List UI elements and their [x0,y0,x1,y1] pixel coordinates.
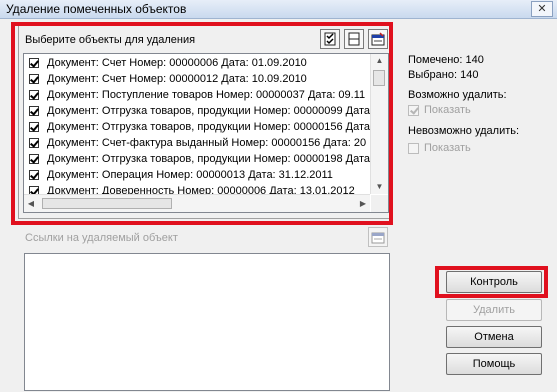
horizontal-scroll-thumb[interactable] [42,198,172,209]
vertical-scrollbar[interactable]: ▲ ▼ [370,54,388,194]
item-checkbox[interactable] [29,122,39,132]
item-checkbox[interactable] [29,170,39,180]
dialog-window: Удаление помеченных объектов ✕ Выберите … [0,0,557,392]
item-checkbox[interactable] [29,74,39,84]
properties-icon[interactable] [368,29,388,49]
checkbox-box[interactable] [408,143,419,154]
control-button[interactable]: Контроль [446,271,542,293]
objects-panel-label: Выберите объекты для удаления [25,34,196,46]
list-item[interactable]: Документ: Операция Номер: 00000013 Дата:… [24,167,370,183]
cannot-delete-label: Невозможно удалить: [408,125,520,137]
check-all-icon[interactable] [320,29,340,49]
scroll-right-icon[interactable]: ▶ [356,195,370,212]
list-item[interactable]: Документ: Счет-фактура выданный Номер: 0… [24,135,370,151]
scroll-corner [371,195,388,212]
scroll-down-icon[interactable]: ▼ [371,180,388,194]
links-properties-icon[interactable] [368,227,388,247]
list-item[interactable]: Документ: Отгрузка товаров, продукции Но… [24,103,370,119]
item-checkbox[interactable] [29,138,39,148]
scroll-left-icon[interactable]: ◀ [24,195,38,212]
list-item[interactable]: Документ: Счет Номер: 00000006 Дата: 01.… [24,55,370,71]
links-label: Ссылки на удаляемый объект [25,232,178,244]
close-icon[interactable]: ✕ [531,1,553,17]
list-item[interactable]: Документ: Поступление товаров Номер: 000… [24,87,370,103]
links-list[interactable] [24,253,390,391]
can-delete-label: Возможно удалить: [408,89,507,101]
item-checkbox[interactable] [29,186,39,194]
objects-panel: Выберите объекты для удаления Документ: … [18,25,392,219]
item-checkbox[interactable] [29,106,39,116]
selected-count: Выбрано: 140 [408,69,479,81]
item-checkbox[interactable] [29,90,39,100]
item-checkbox[interactable] [29,154,39,164]
delete-button[interactable]: Удалить [446,299,542,321]
list-item[interactable]: Документ: Счет Номер: 00000012 Дата: 10.… [24,71,370,87]
dialog-body: Выберите объекты для удаления Документ: … [0,19,557,392]
checkbox-box[interactable] [408,105,419,116]
list-item[interactable]: Документ: Отгрузка товаров, продукции Но… [24,119,370,135]
item-checkbox[interactable] [29,58,39,68]
objects-list[interactable]: Документ: Счет Номер: 00000006 Дата: 01.… [23,53,389,213]
uncheck-all-icon[interactable] [344,29,364,49]
list-item[interactable]: Документ: Отгрузка товаров, продукции Но… [24,151,370,167]
scroll-up-icon[interactable]: ▲ [371,54,388,68]
horizontal-scrollbar[interactable]: ◀ ▶ [24,194,370,212]
list-item[interactable]: Документ: Доверенность Номер: 00000006 Д… [24,183,370,194]
window-title: Удаление помеченных объектов [6,2,187,16]
cancel-button[interactable]: Отмена [446,326,542,348]
vertical-scroll-thumb[interactable] [373,70,385,86]
title-bar: Удаление помеченных объектов ✕ [0,0,557,19]
help-button[interactable]: Помощь [446,353,542,375]
marked-count: Помечено: 140 [408,54,484,66]
